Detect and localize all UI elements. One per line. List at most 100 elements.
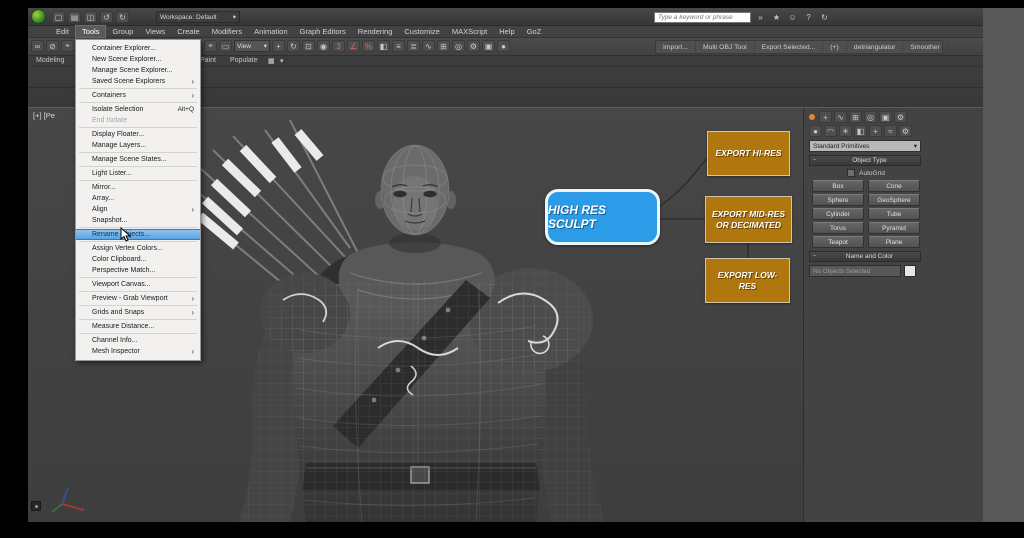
menu-maxscript[interactable]: MAXScript bbox=[446, 26, 493, 37]
select-and-move-icon[interactable]: + bbox=[272, 40, 285, 52]
new-file-icon[interactable]: ▢ bbox=[52, 11, 65, 23]
geometry-category-icon[interactable]: ● bbox=[809, 125, 822, 137]
export-selected-button[interactable]: Export Selected... bbox=[755, 41, 824, 53]
menu-edit[interactable]: Edit bbox=[50, 26, 75, 37]
bind-to-spacewarp-icon[interactable]: ⌖ bbox=[61, 40, 74, 52]
rendered-frame-icon[interactable]: ▣ bbox=[482, 40, 495, 52]
collapse-icon[interactable]: − bbox=[810, 253, 819, 260]
menu-item-mirror[interactable]: Mirror... bbox=[76, 182, 200, 193]
object-name-field[interactable]: No Objects Selected bbox=[809, 265, 901, 277]
tube-button[interactable]: Tube bbox=[868, 208, 920, 220]
select-and-link-icon[interactable]: ∞ bbox=[31, 40, 44, 52]
menu-group[interactable]: Group bbox=[106, 26, 139, 37]
render-setup-icon[interactable]: ⚙ bbox=[467, 40, 480, 52]
menu-item-perspective-match[interactable]: Perspective Match... bbox=[76, 265, 200, 276]
menu-item-saved-scene-explorers[interactable]: Saved Scene Explorers › bbox=[76, 76, 200, 87]
lights-category-icon[interactable]: ☀ bbox=[839, 125, 852, 137]
reference-coordinate-dropdown[interactable]: View ▾ bbox=[234, 40, 270, 52]
name-and-color-rollout[interactable]: − Name and Color bbox=[809, 251, 921, 262]
helpers-category-icon[interactable]: + bbox=[869, 125, 882, 137]
hierarchy-tab-icon[interactable]: ⊞ bbox=[849, 111, 862, 123]
menu-modifiers[interactable]: Modifiers bbox=[206, 26, 248, 37]
ribbon-tab-paint[interactable]: Paint bbox=[200, 57, 216, 64]
ribbon-panel-icon[interactable]: ▦ bbox=[268, 57, 275, 65]
ribbon-tab-populate[interactable]: Populate bbox=[230, 57, 258, 64]
menu-item-array[interactable]: Array... bbox=[76, 193, 200, 204]
menu-goz[interactable]: GoZ bbox=[521, 26, 548, 37]
refresh-icon[interactable]: ↻ bbox=[818, 11, 831, 23]
3dsmax-logo-icon[interactable] bbox=[31, 9, 46, 24]
pin-icon[interactable] bbox=[809, 114, 815, 120]
import-button[interactable]: Import... bbox=[656, 41, 696, 53]
curve-editor-icon[interactable]: ∿ bbox=[422, 40, 435, 52]
align-icon[interactable]: ≡ bbox=[392, 40, 405, 52]
menu-item-channel-info[interactable]: Channel Info... bbox=[76, 335, 200, 346]
snap-toggle-icon[interactable]: 3 bbox=[332, 40, 345, 52]
menu-item-measure-distance[interactable]: Measure Distance... bbox=[76, 321, 200, 332]
menu-item-manage-scene-states[interactable]: Manage Scene States... bbox=[76, 154, 200, 165]
menu-item-manage-scene-explorer[interactable]: Manage Scene Explorer... bbox=[76, 65, 200, 76]
render-production-icon[interactable]: ● bbox=[497, 40, 510, 52]
angle-snap-icon[interactable]: ∠ bbox=[347, 40, 360, 52]
percent-snap-icon[interactable]: % bbox=[362, 40, 375, 52]
menu-item-grids-and-snaps[interactable]: Grids and Snaps › bbox=[76, 307, 200, 318]
ribbon-tab-modeling[interactable]: Modeling bbox=[36, 57, 64, 64]
menu-item-containers[interactable]: Containers › bbox=[76, 90, 200, 101]
utilities-tab-icon[interactable]: ⚙ bbox=[894, 111, 907, 123]
create-tab-icon[interactable]: + bbox=[819, 111, 832, 123]
plus-button[interactable]: (+) bbox=[823, 41, 847, 53]
torus-button[interactable]: Torus bbox=[812, 222, 864, 234]
cone-button[interactable]: Cone bbox=[868, 180, 920, 192]
use-pivot-icon[interactable]: ◉ bbox=[317, 40, 330, 52]
select-and-scale-icon[interactable]: ⊡ bbox=[302, 40, 315, 52]
menu-customize[interactable]: Customize bbox=[398, 26, 445, 37]
select-region-icon[interactable]: ▭ bbox=[219, 40, 232, 52]
box-button[interactable]: Box bbox=[812, 180, 864, 192]
workspace-dropdown[interactable]: Workspace: Default ▾ bbox=[156, 11, 240, 23]
mirror-icon[interactable]: ◧ bbox=[377, 40, 390, 52]
systems-category-icon[interactable]: ⚙ bbox=[899, 125, 912, 137]
menu-item-snapshot[interactable]: Snapshot... bbox=[76, 215, 200, 226]
motion-tab-icon[interactable]: ◎ bbox=[864, 111, 877, 123]
detriangulator-button[interactable]: detriangulator bbox=[847, 41, 904, 53]
menu-views[interactable]: Views bbox=[139, 26, 171, 37]
help-icon[interactable]: ? bbox=[802, 11, 815, 23]
menu-graph-editors[interactable]: Graph Editors bbox=[294, 26, 352, 37]
multi-obj-tool-button[interactable]: Multi OBJ Tool bbox=[696, 41, 755, 53]
shapes-category-icon[interactable]: ◠ bbox=[824, 125, 837, 137]
object-type-rollout[interactable]: − Object Type bbox=[809, 155, 921, 166]
menu-item-new-scene-explorer[interactable]: New Scene Explorer... bbox=[76, 54, 200, 65]
save-file-icon[interactable]: ◫ bbox=[84, 11, 97, 23]
schematic-view-icon[interactable]: ⊞ bbox=[437, 40, 450, 52]
material-editor-icon[interactable]: ◎ bbox=[452, 40, 465, 52]
undo-icon[interactable]: ↺ bbox=[100, 11, 113, 23]
open-file-icon[interactable]: ▤ bbox=[68, 11, 81, 23]
menu-item-manage-layers[interactable]: Manage Layers... bbox=[76, 140, 200, 151]
menu-item-display-floater[interactable]: Display Floater... bbox=[76, 129, 200, 140]
menu-item-isolate-selection[interactable]: Isolate Selection Alt+Q bbox=[76, 104, 200, 115]
cylinder-button[interactable]: Cylinder bbox=[812, 208, 864, 220]
menu-item-rename-objects[interactable]: Rename Objects... bbox=[76, 229, 200, 240]
autogrid-checkbox[interactable] bbox=[847, 169, 856, 177]
menu-rendering[interactable]: Rendering bbox=[352, 26, 399, 37]
teapot-button[interactable]: Teapot bbox=[812, 236, 864, 248]
modify-tab-icon[interactable]: ∿ bbox=[834, 111, 847, 123]
search-input[interactable] bbox=[654, 11, 751, 23]
spacewarps-category-icon[interactable]: ≈ bbox=[884, 125, 897, 137]
sphere-button[interactable]: Sphere bbox=[812, 194, 864, 206]
menu-item-align[interactable]: Align › bbox=[76, 204, 200, 215]
select-and-rotate-icon[interactable]: ↻ bbox=[287, 40, 300, 52]
menu-item-viewport-canvas[interactable]: Viewport Canvas... bbox=[76, 279, 200, 290]
plane-button[interactable]: Plane bbox=[868, 236, 920, 248]
search-go-icon[interactable]: » bbox=[754, 11, 767, 23]
geosphere-button[interactable]: GeoSphere bbox=[868, 194, 920, 206]
menu-item-mesh-inspector[interactable]: Mesh Inspector › bbox=[76, 346, 200, 357]
menu-item-color-clipboard[interactable]: Color Clipboard... bbox=[76, 254, 200, 265]
star-icon[interactable]: ★ bbox=[770, 11, 783, 23]
menu-item-light-lister[interactable]: Light Lister... bbox=[76, 168, 200, 179]
menu-item-container-explorer[interactable]: Container Explorer... bbox=[76, 43, 200, 54]
primitive-category-dropdown[interactable]: Standard Primitives ▾ bbox=[809, 140, 921, 152]
viewport-corner-button[interactable] bbox=[31, 501, 41, 511]
menu-tools[interactable]: Tools bbox=[74, 25, 107, 38]
display-tab-icon[interactable]: ▣ bbox=[879, 111, 892, 123]
